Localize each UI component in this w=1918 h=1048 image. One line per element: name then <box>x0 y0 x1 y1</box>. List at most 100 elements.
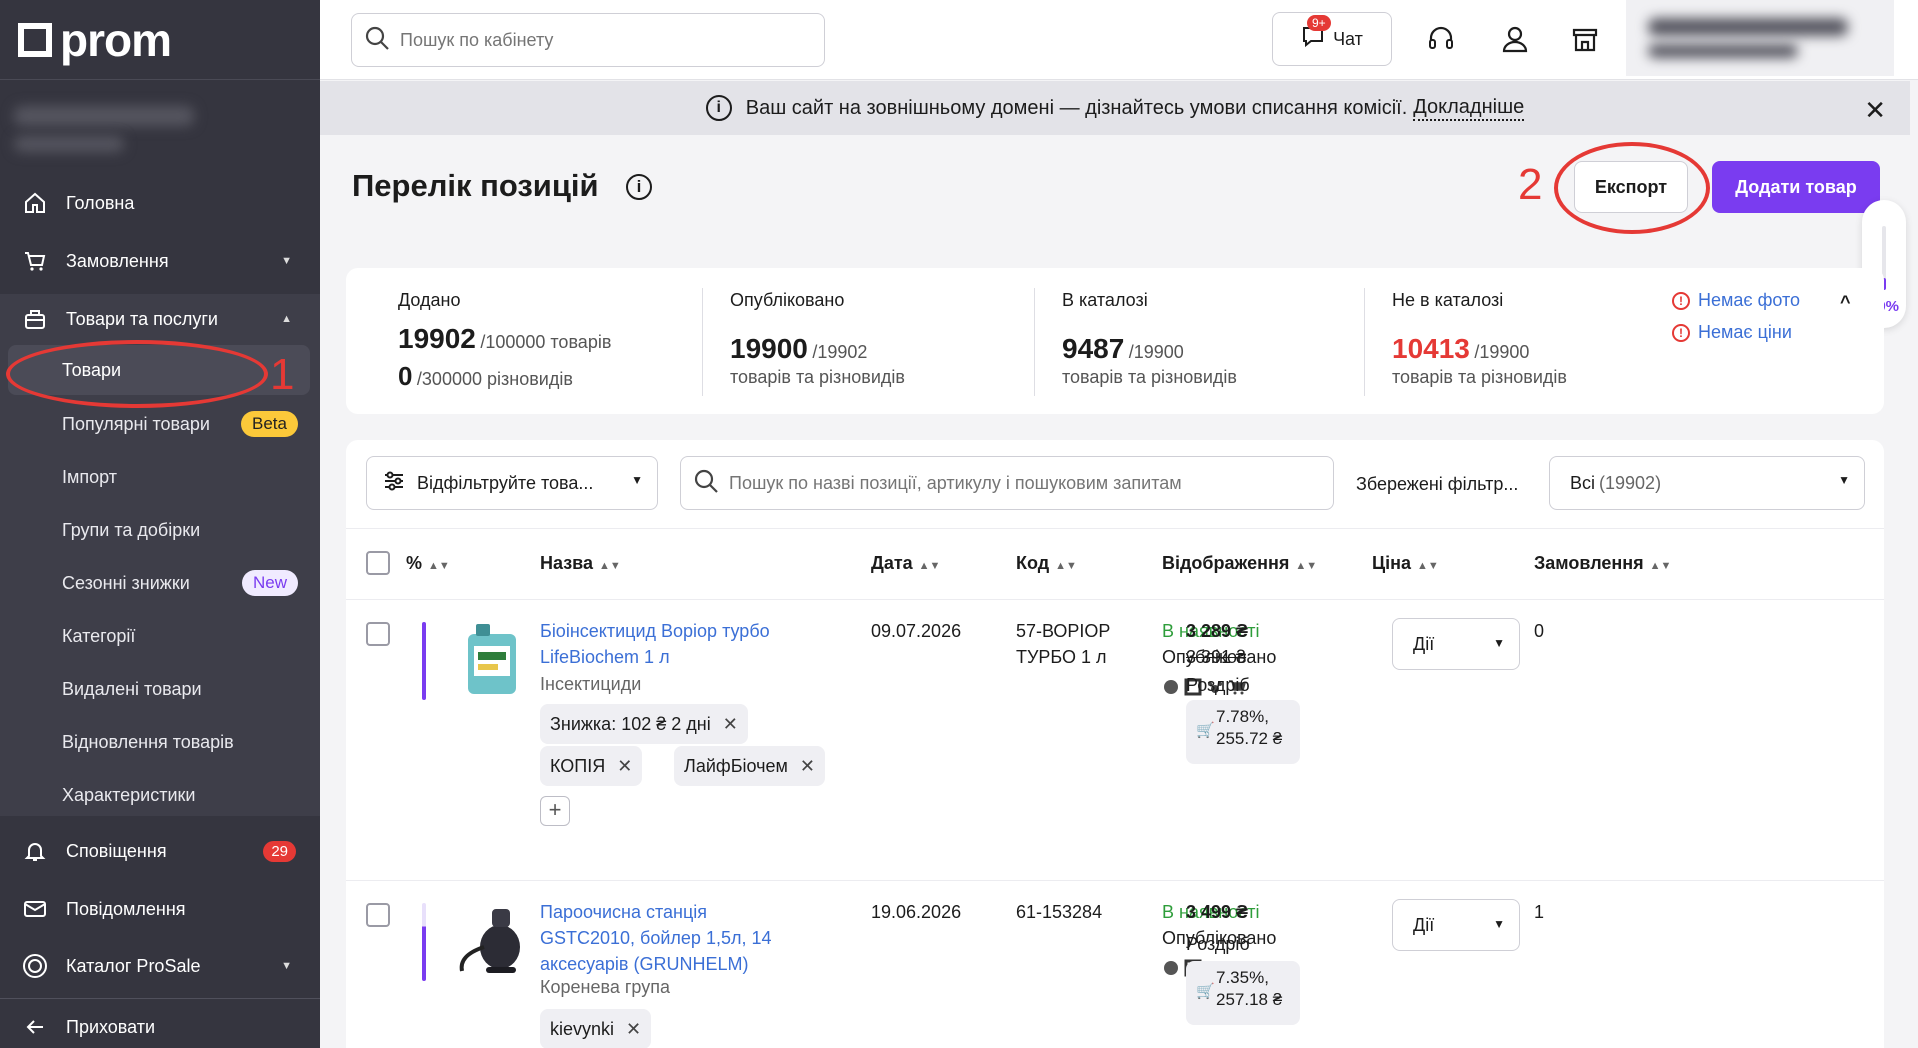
product-tag: kievynki ✕ <box>540 1009 652 1048</box>
add-tag-button[interactable]: + <box>540 796 570 826</box>
sidebar-subitem-characteristics[interactable]: Характеристики <box>0 770 320 820</box>
stat-divider <box>1034 288 1035 396</box>
title-info-icon[interactable]: i <box>626 174 652 200</box>
product-search[interactable] <box>680 456 1334 510</box>
sidebar-item-products[interactable]: Товари та послуги ▲ <box>0 292 320 346</box>
warning-label: Немає ціни <box>1698 322 1792 342</box>
stat-not-in-catalog[interactable]: Не в каталозі 10413 /19900 товарів та рі… <box>1392 290 1567 388</box>
column-header-date[interactable]: Дата ▲▼ <box>871 553 940 574</box>
sidebar-subitem-deleted[interactable]: Видалені товари <box>0 664 320 714</box>
column-header-code[interactable]: Код ▲▼ <box>1016 553 1077 574</box>
stat-published[interactable]: Опубліковано 19900 /19902 товарів та різ… <box>730 290 905 388</box>
product-date: 19.06.2026 <box>871 902 962 922</box>
notifications-count-badge: 29 <box>263 840 296 862</box>
sidebar-subitem-categories[interactable]: Категорії <box>0 611 320 661</box>
row-actions-label: Дії <box>1413 633 1435 654</box>
cabinet-search-input[interactable] <box>400 29 800 51</box>
sidebar-subitem-label: Групи та добірки <box>62 519 201 540</box>
sliders-icon <box>383 471 405 496</box>
stat-published-value: 19900 <box>730 333 808 364</box>
product-price: 3 499 ₴ <box>1186 902 1249 922</box>
beta-badge: Beta <box>241 411 298 437</box>
caret-down-icon: ▼ <box>281 960 292 972</box>
row-checkbox[interactable] <box>366 622 390 646</box>
cabinet-search[interactable] <box>351 13 825 67</box>
sidebar-subitem-restore[interactable]: Відновлення товарів <box>0 717 320 767</box>
product-thumbnail[interactable] <box>456 901 530 983</box>
sort-icon: ▲▼ <box>1295 560 1318 572</box>
filter-dropdown[interactable]: Відфільтруйте това... ▼ <box>366 456 658 510</box>
sidebar-divider <box>0 998 320 999</box>
domain-commission-banner: i Ваш сайт на зовнішньому домені — дізна… <box>320 81 1910 135</box>
row-checkbox[interactable] <box>366 903 390 927</box>
product-thumbnail[interactable] <box>456 620 530 702</box>
support-headset-icon[interactable] <box>1426 24 1456 54</box>
prom-logo[interactable]: prom <box>0 0 320 80</box>
row-actions-dropdown[interactable]: Дії ▼ <box>1392 618 1520 670</box>
product-name-link[interactable]: Пароочисна станція GSTC2010, бойлер 1,5л… <box>540 899 800 977</box>
stat-in-catalog[interactable]: В каталозі 9487 /19900 товарів та різнов… <box>1062 290 1237 388</box>
margin-value: 255.72 ₴ <box>1216 729 1283 748</box>
margin-percent: 7.78%, <box>1216 707 1269 726</box>
sort-icon: ▲▼ <box>918 560 941 572</box>
remove-tag-icon[interactable]: ✕ <box>800 756 815 777</box>
topbar: 9+ Чат <box>320 0 1918 80</box>
column-header-orders[interactable]: Замовлення ▲▼ <box>1534 553 1671 574</box>
search-icon <box>364 25 390 56</box>
column-header-name[interactable]: Назва ▲▼ <box>540 553 621 574</box>
sidebar-subitem-import[interactable]: Імпорт <box>0 452 320 502</box>
banner-more-link[interactable]: Докладніше <box>1413 96 1525 121</box>
remove-tag-icon[interactable]: ✕ <box>723 714 738 735</box>
banner-text: Ваш сайт на зовнішньому домені — дізнайт… <box>745 96 1408 119</box>
store-icon[interactable] <box>1570 24 1600 54</box>
column-header-visibility[interactable]: Відображення ▲▼ <box>1162 553 1317 574</box>
profile-area[interactable] <box>1626 0 1894 76</box>
column-header-label: % <box>406 553 423 573</box>
stat-label: Додано <box>398 290 461 310</box>
column-header-price[interactable]: Ціна ▲▼ <box>1372 553 1439 574</box>
sidebar-item-prosale[interactable]: Каталог ProSale ▼ <box>0 939 320 993</box>
account-id-blurred <box>14 136 124 152</box>
stat-added-variants-total: /300000 різновидів <box>416 369 573 389</box>
column-header-label: Дата <box>871 553 913 573</box>
collapse-chevron-icon[interactable]: ^ <box>1840 292 1851 313</box>
account-switcher[interactable] <box>0 80 320 172</box>
stat-divider <box>702 288 703 396</box>
stat-added-products: 19902 <box>398 323 476 354</box>
status-select-label: Всі <box>1570 472 1596 493</box>
remove-tag-icon[interactable]: ✕ <box>626 1019 641 1040</box>
stat-in-catalog-total: /19900 <box>1128 342 1184 362</box>
status-select[interactable]: Всі (19902) ▼ <box>1549 456 1865 510</box>
product-name-link[interactable]: Біоінсектицид Воріор турбо LifeBiochem 1… <box>540 618 800 670</box>
product-search-input[interactable] <box>729 472 1329 494</box>
saved-filters-link[interactable]: Збережені фільтр... <box>1356 474 1518 495</box>
user-icon[interactable] <box>1500 24 1530 54</box>
stat-added-variants: 0 <box>398 361 413 391</box>
select-all-checkbox[interactable] <box>366 551 390 575</box>
close-icon[interactable]: ✕ <box>1864 95 1886 126</box>
product-category: Інсектициди <box>540 674 642 694</box>
sidebar-subitem-seasonal[interactable]: Сезонні знижки New <box>0 558 320 608</box>
mail-icon <box>22 896 48 922</box>
margin-box: 🛒 7.78%, 255.72 ₴ <box>1186 700 1300 764</box>
warning-no-price[interactable]: ! Немає ціни <box>1672 322 1792 343</box>
column-header-percent[interactable]: % ▲▼ <box>406 553 450 574</box>
sidebar-item-home[interactable]: Головна <box>0 176 320 230</box>
product-category: Коренева група <box>540 977 670 997</box>
new-badge: New <box>241 570 298 596</box>
export-button[interactable]: Експорт <box>1574 161 1688 213</box>
product-code: 57-ВОРІОР ТУРБО 1 л <box>1016 621 1111 667</box>
sidebar-item-orders[interactable]: Замовлення ▼ <box>0 234 320 288</box>
sidebar-subitem-groups[interactable]: Групи та добірки <box>0 505 320 555</box>
row-actions-dropdown[interactable]: Дії ▼ <box>1392 899 1520 951</box>
chat-button[interactable]: 9+ Чат <box>1272 12 1392 66</box>
sidebar-item-hide[interactable]: Приховати <box>0 1000 320 1048</box>
sidebar-item-messages[interactable]: Повідомлення <box>0 882 320 936</box>
add-product-button[interactable]: Додати товар <box>1712 161 1880 213</box>
row-actions-label: Дії <box>1413 914 1435 935</box>
sidebar-subitem-label: Категорії <box>62 625 136 646</box>
sidebar-item-notifications[interactable]: Сповіщення 29 <box>0 824 320 878</box>
remove-tag-icon[interactable]: ✕ <box>617 756 632 777</box>
status-select-count: (19902) <box>1599 472 1662 493</box>
warning-no-photo[interactable]: ! Немає фото <box>1672 290 1800 311</box>
